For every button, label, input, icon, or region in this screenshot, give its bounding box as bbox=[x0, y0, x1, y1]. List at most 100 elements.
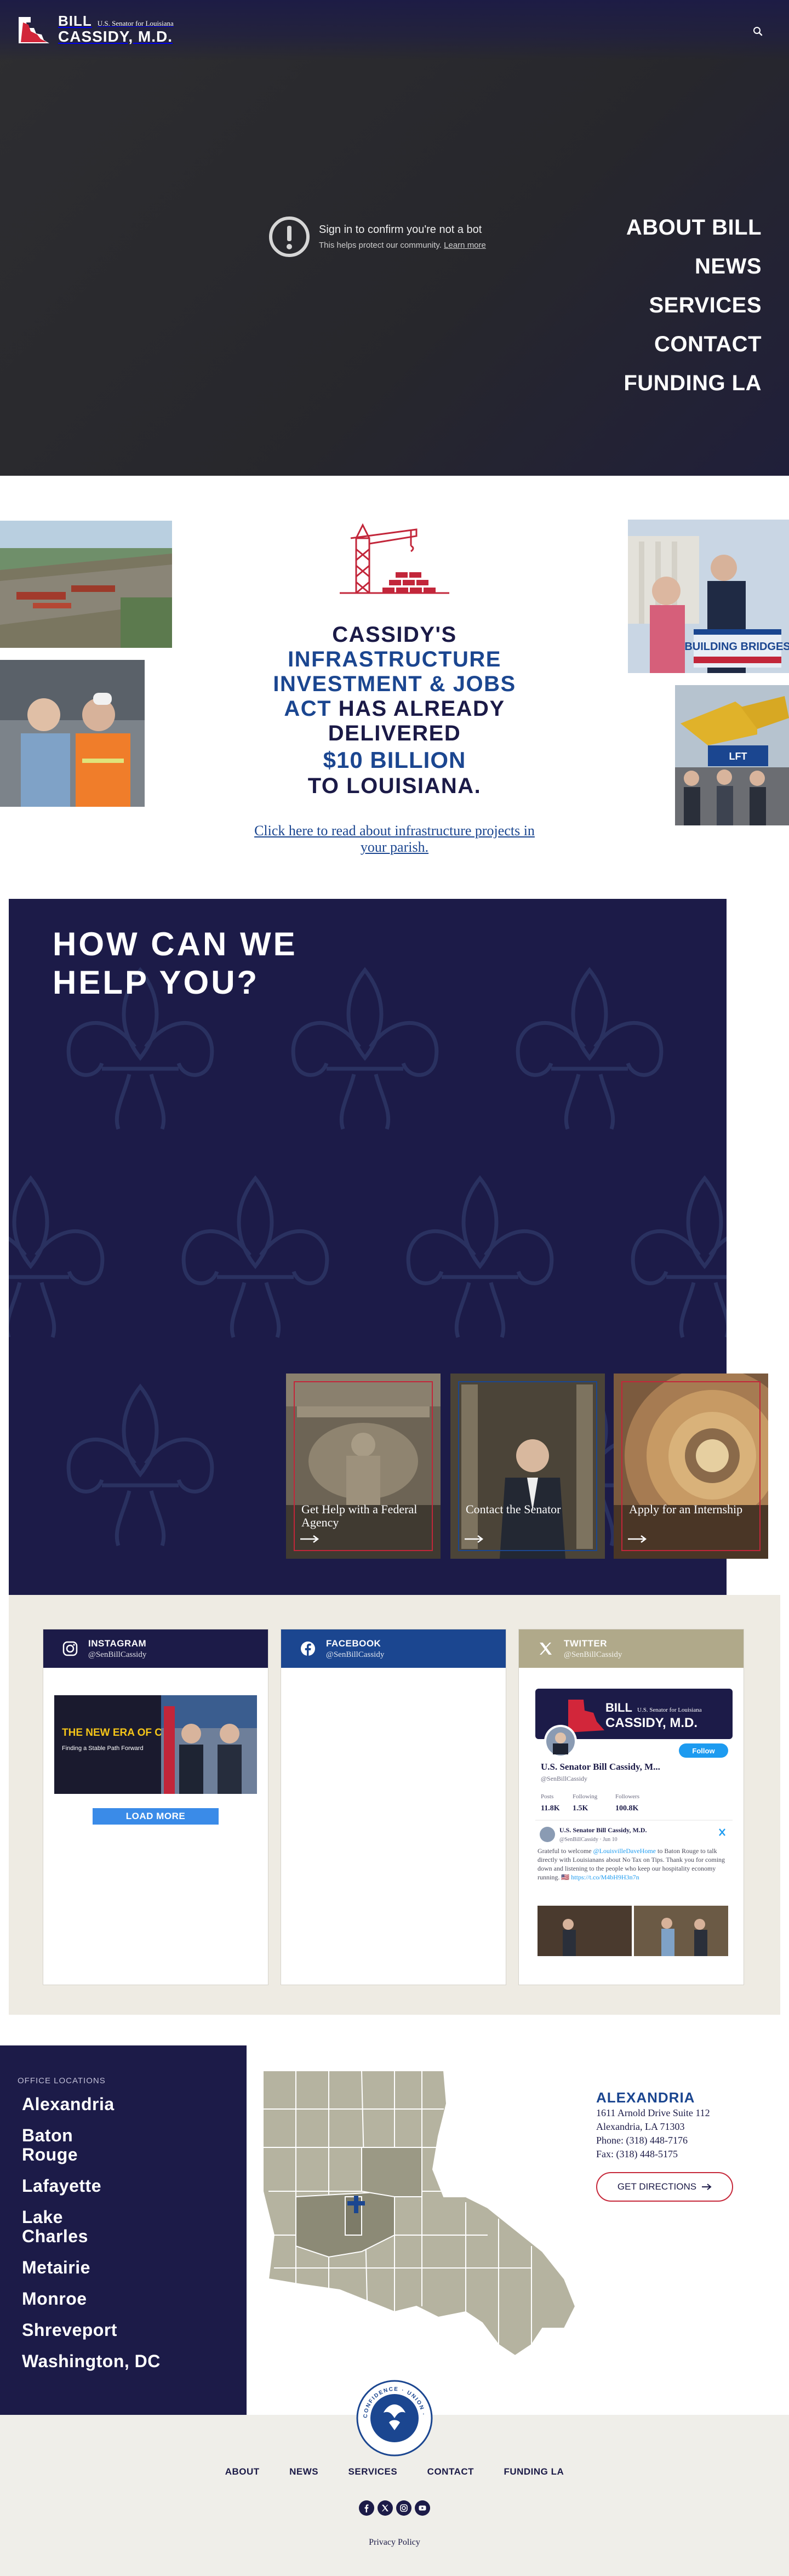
photo-senator-with-worker bbox=[0, 660, 145, 807]
infrastructure-projects-link[interactable]: Click here to read about infrastructure … bbox=[247, 823, 542, 856]
instagram-icon bbox=[400, 2504, 408, 2512]
twitter-stat-label: Followers bbox=[615, 1793, 639, 1800]
office-lake-charles[interactable]: Lake Charles bbox=[22, 2208, 121, 2246]
tweet-photo[interactable] bbox=[538, 1906, 632, 1956]
twitter-banner-subtitle: U.S. Senator for Louisiana bbox=[637, 1707, 702, 1713]
twitter-stat-label: Posts bbox=[541, 1793, 553, 1800]
office-detail: ALEXANDRIA 1611 Arnold Drive Suite 112 A… bbox=[596, 2089, 761, 2202]
tweet-text: Grateful to welcome @LouisvilleDaveHome … bbox=[538, 1847, 725, 1881]
infra-line-3: INVESTMENT & JOBS bbox=[273, 672, 516, 696]
privacy-policy-link[interactable]: Privacy Policy bbox=[369, 2538, 420, 2547]
office-washington-dc[interactable]: Washington, DC bbox=[22, 2352, 164, 2371]
office-fax: Fax: (318) 448-5175 bbox=[596, 2148, 678, 2159]
infra-line-1: CASSIDY'S bbox=[332, 623, 457, 647]
nav-contact[interactable]: CONTACT bbox=[581, 325, 762, 364]
instagram-header[interactable]: INSTAGRAM @SenBillCassidy bbox=[43, 1629, 268, 1668]
card-internship[interactable]: Apply for an Internship bbox=[614, 1374, 768, 1559]
get-directions-label: GET DIRECTIONS bbox=[617, 2181, 697, 2192]
nav-about-bill[interactable]: ABOUT BILL bbox=[581, 208, 762, 247]
office-locations-panel: OFFICE LOCATIONS Alexandria Baton Rouge … bbox=[0, 2045, 247, 2415]
instagram-post-sub: Finding a Stable Path Forward bbox=[62, 1745, 144, 1752]
office-lafayette[interactable]: Lafayette bbox=[22, 2176, 219, 2196]
search-button[interactable] bbox=[748, 22, 767, 41]
footer-nav-news[interactable]: NEWS bbox=[289, 2466, 318, 2477]
instagram-handle: @SenBillCassidy bbox=[88, 1650, 147, 1659]
facebook-header[interactable]: FACEBOOK @SenBillCassidy bbox=[281, 1629, 506, 1668]
bot-check-title: Sign in to confirm you're not a bot bbox=[319, 224, 482, 236]
twitter-header[interactable]: TWITTER @SenBillCassidy bbox=[519, 1629, 744, 1668]
facebook-title: FACEBOOK bbox=[326, 1638, 381, 1649]
arrow-right-icon bbox=[300, 1535, 319, 1543]
photo-building-bridges-event: BUILDING BRIDGES bbox=[628, 520, 789, 673]
twitter-title: TWITTER bbox=[564, 1638, 608, 1649]
tweet-author: U.S. Senator Bill Cassidy, M.D. bbox=[559, 1826, 647, 1834]
footer-nav-funding-la[interactable]: FUNDING LA bbox=[504, 2466, 564, 2477]
learn-more-link[interactable]: Learn more bbox=[444, 241, 486, 250]
tweet-mention-link[interactable]: @LouisvilleDaveHome bbox=[593, 1847, 656, 1855]
tweet-handle: @SenBillCassidy · Jun 10 bbox=[559, 1837, 618, 1843]
louisiana-parish-map[interactable] bbox=[258, 2071, 575, 2372]
twitter-feed: TWITTER @SenBillCassidy BILL U.S. Senato… bbox=[518, 1629, 744, 1985]
office-monroe[interactable]: Monroe bbox=[22, 2289, 219, 2309]
tweet-photo[interactable] bbox=[634, 1906, 728, 1956]
infra-line-4-rest: HAS ALREADY bbox=[338, 697, 505, 721]
facebook-icon bbox=[364, 2504, 369, 2512]
load-more-button[interactable]: LOAD MORE bbox=[93, 1808, 219, 1825]
footer-x-link[interactable] bbox=[378, 2500, 393, 2516]
help-heading: HOW CAN WE HELP YOU? bbox=[53, 926, 298, 1001]
office-city-state: Alexandria, LA 71303 bbox=[596, 2121, 685, 2132]
twitter-banner-first: BILL bbox=[605, 1701, 632, 1714]
tweet-link[interactable]: https://t.co/M4bH9H3n7n bbox=[571, 1873, 639, 1881]
instagram-post[interactable]: THE NEW ERA OF COLLEGE SPORTS Finding a … bbox=[54, 1695, 257, 1794]
bot-check-notice: Sign in to confirm you're not a bot This… bbox=[267, 215, 552, 259]
twitter-banner-name: CASSIDY, M.D. bbox=[605, 1716, 697, 1730]
twitter-handle: @SenBillCassidy bbox=[564, 1650, 622, 1659]
nav-services[interactable]: SERVICES bbox=[581, 286, 762, 325]
office-metairie[interactable]: Metairie bbox=[22, 2258, 219, 2277]
infra-line-5: DELIVERED bbox=[328, 721, 461, 745]
alert-icon bbox=[269, 216, 310, 257]
card-federal-agency-help[interactable]: Get Help with a Federal Agency bbox=[286, 1374, 441, 1559]
nav-funding-la[interactable]: FUNDING LA bbox=[581, 364, 762, 403]
infrastructure-callout: CASSIDY'S INFRASTRUCTURE INVESTMENT & JO… bbox=[230, 522, 559, 856]
infra-line-2: INFRASTRUCTURE bbox=[288, 647, 501, 671]
get-directions-button[interactable]: GET DIRECTIONS bbox=[596, 2172, 733, 2202]
card-internship-label: Apply for an Internship bbox=[629, 1502, 743, 1516]
arrow-right-icon bbox=[628, 1535, 647, 1543]
office-locations-label: OFFICE LOCATIONS bbox=[18, 2076, 106, 2085]
office-baton-rouge[interactable]: Baton Rouge bbox=[22, 2126, 99, 2164]
footer-facebook-link[interactable] bbox=[359, 2500, 374, 2516]
office-phone: Phone: (318) 448-7176 bbox=[596, 2135, 688, 2146]
arrow-right-icon bbox=[702, 2184, 712, 2190]
bot-check-subtitle: This helps protect our community. bbox=[319, 241, 442, 250]
infra-line-4-act: ACT bbox=[284, 697, 332, 721]
office-alexandria[interactable]: Alexandria bbox=[22, 2095, 219, 2114]
card-contact-label: Contact the Senator bbox=[466, 1502, 561, 1516]
footer-nav-about[interactable]: ABOUT bbox=[225, 2466, 260, 2477]
twitter-profile-name: U.S. Senator Bill Cassidy, M... bbox=[541, 1762, 660, 1772]
footer-youtube-link[interactable] bbox=[415, 2500, 430, 2516]
logo-first-name: BILL bbox=[58, 13, 92, 29]
vest-text: LFT bbox=[729, 751, 747, 762]
facebook-icon bbox=[301, 1642, 315, 1656]
footer-nav-services[interactable]: SERVICES bbox=[348, 2466, 398, 2477]
logo-subtitle: U.S. Senator for Louisiana bbox=[97, 19, 174, 27]
photo-groundbreaking: LFT bbox=[675, 685, 789, 825]
photo-river-barges bbox=[0, 521, 172, 648]
footer-nav-contact[interactable]: CONTACT bbox=[427, 2466, 474, 2477]
office-shreveport[interactable]: Shreveport bbox=[22, 2321, 219, 2340]
card-contact-senator[interactable]: Contact the Senator bbox=[450, 1374, 605, 1559]
instagram-feed: INSTAGRAM @SenBillCassidy THE NEW ERA OF… bbox=[43, 1629, 268, 1985]
footer-instagram-link[interactable] bbox=[396, 2500, 411, 2516]
x-logo-icon bbox=[382, 2505, 388, 2511]
office-address: 1611 Arnold Drive Suite 112 bbox=[596, 2107, 710, 2118]
twitter-stat-value: 1.5K bbox=[573, 1804, 588, 1813]
twitter-follow-label: Follow bbox=[692, 1747, 715, 1755]
office-detail-city: ALEXANDRIA bbox=[596, 2089, 695, 2106]
card-federal-agency-label: Get Help with a Federal Agency bbox=[301, 1502, 418, 1529]
instagram-icon bbox=[62, 1641, 78, 1656]
footer-social-links bbox=[0, 2500, 789, 2516]
infra-amount: $10 BILLION bbox=[323, 747, 466, 773]
site-logo[interactable]: BILL U.S. Senator for Louisiana CASSIDY,… bbox=[15, 10, 202, 48]
nav-news[interactable]: NEWS bbox=[581, 247, 762, 286]
